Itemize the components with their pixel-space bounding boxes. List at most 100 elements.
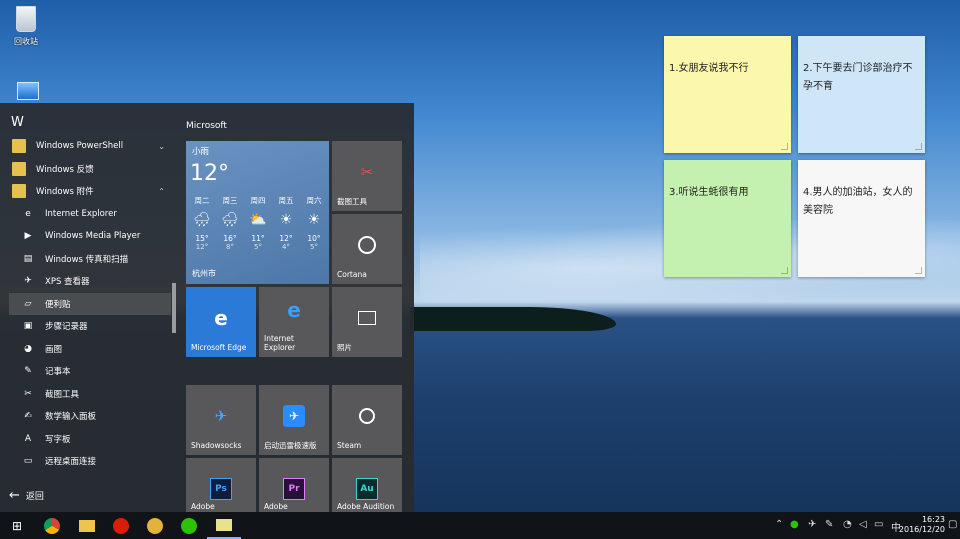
clock[interactable]: 16:23 2016/12/20 — [899, 515, 945, 535]
chrome-icon — [44, 517, 60, 534]
taskbar-app[interactable] — [138, 512, 172, 539]
app-icon: ▱ — [24, 298, 32, 309]
photos-tile[interactable]: 照片 — [332, 287, 402, 357]
app-list-item[interactable]: ▱ 便利贴 — [9, 292, 171, 315]
sticky-note-text[interactable]: 3.听说生蚝很有用 — [669, 184, 786, 202]
edge-tile[interactable]: e Microsoft Edge — [186, 287, 256, 357]
app-list-label: Windows 反馈 — [36, 164, 94, 175]
sticky-note[interactable]: 3.听说生蚝很有用 — [664, 160, 791, 277]
sticky-note-text[interactable]: 1.女朋友说我不行 — [669, 60, 786, 78]
taskbar-file-explorer[interactable] — [70, 512, 104, 539]
app-list-item[interactable]: A 写字板 — [9, 428, 171, 450]
app-list-item[interactable]: ✂ 截图工具 — [9, 383, 171, 405]
audition-tile[interactable]: Au Adobe Audition — [332, 458, 402, 512]
sticky-note-text[interactable]: 2.下午要去门诊部治疗不孕不育 — [803, 60, 920, 96]
recycle-bin-label: 回收站 — [14, 37, 38, 46]
weather-low: 4° — [282, 243, 290, 251]
weather-high: 15° — [195, 234, 209, 243]
taskbar-netease-music[interactable] — [104, 512, 138, 539]
app-icon: ▭ — [23, 456, 33, 466]
steam-icon — [356, 405, 378, 427]
action-center-icon[interactable]: ▢ — [948, 519, 957, 530]
taskbar-sticky-notes[interactable] — [207, 512, 241, 539]
app-list-item[interactable]: ▶ Windows Media Player — [9, 225, 171, 247]
sticky-note[interactable]: 2.下午要去门诊部治疗不孕不育 — [798, 36, 925, 153]
volume-icon[interactable]: ◁ — [859, 519, 867, 530]
send-tray-icon[interactable]: ✈ — [808, 519, 816, 530]
app-icon: A — [24, 433, 32, 444]
tile-label: Steam — [337, 441, 362, 450]
snipping-tool-tile[interactable]: ✂ 截图工具 — [332, 141, 402, 211]
cortana-tile[interactable]: Cortana — [332, 214, 402, 284]
app-list-item[interactable]: e Internet Explorer — [9, 203, 171, 225]
weather-forecast-day: 周二 🌧 15° 12° — [188, 195, 216, 251]
list-section-letter[interactable]: W — [11, 115, 24, 130]
taskbar: ⊞ ⌃ ● ✈ ✎ ◔ ◁ ▭ 中 16:23 2016/12/20 ▢ — [0, 512, 960, 539]
premiere-tile[interactable]: Pr Adobe — [259, 458, 329, 512]
music-icon — [113, 517, 129, 534]
pen-tray-icon[interactable]: ✎ — [825, 519, 833, 530]
weather-high: 11° — [251, 234, 265, 243]
show-hidden-icons[interactable]: ⌃ — [775, 519, 783, 530]
taskbar-chrome[interactable] — [35, 512, 69, 539]
recycle-bin-icon[interactable]: 回收站 — [6, 6, 46, 47]
xunlei-tile[interactable]: ✈ 启动迅雷极速版 — [259, 385, 329, 455]
sticky-note-text[interactable]: 4.男人的加油站，女人的美容院 — [803, 184, 920, 220]
app-list-label: Windows 传真和扫描 — [45, 254, 129, 265]
app-list-item[interactable]: ▭ 远程桌面连接 — [9, 450, 171, 472]
chevron-icon[interactable]: ⌄ — [158, 142, 165, 151]
weather-forecast-day: 周三 🌧 16° 8° — [216, 195, 244, 251]
photo-icon — [356, 307, 378, 329]
weather-icon: ☀ — [279, 212, 293, 228]
clock-time: 16:23 — [921, 515, 945, 524]
weather-high: 12° — [279, 234, 293, 243]
sticky-note[interactable]: 4.男人的加油站，女人的美容院 — [798, 160, 925, 277]
scissors-icon: ✂ — [360, 163, 374, 181]
weather-day-name: 周六 — [306, 196, 322, 205]
weather-high: 16° — [223, 234, 237, 243]
app-list-item[interactable]: ✎ 记事本 — [9, 360, 171, 382]
tile-label: Adobe — [191, 502, 215, 511]
taskbar-wechat[interactable] — [172, 512, 206, 539]
steam-tile[interactable]: Steam — [332, 385, 402, 455]
desktop-shortcut-icon[interactable] — [17, 82, 39, 100]
back-button[interactable]: ← 返回 — [9, 488, 44, 503]
weather-temperature: 12° — [190, 161, 229, 186]
app-list-label: 便利贴 — [45, 299, 71, 310]
app-list-item[interactable]: ✈ XPS 查看器 — [9, 270, 171, 292]
app-list-folder[interactable]: Windows PowerShell ⌄ — [9, 135, 171, 157]
back-label: 返回 — [25, 492, 44, 502]
chevron-icon[interactable]: ⌃ — [158, 187, 165, 196]
app-icon: ▣ — [23, 321, 33, 331]
app-list-item[interactable]: ✍ 数学输入面板 — [9, 405, 171, 427]
photoshop-tile[interactable]: Ps Adobe — [186, 458, 256, 512]
sticky-notes-icon — [216, 518, 232, 531]
wechat-tray-icon[interactable]: ● — [790, 519, 799, 530]
app-list-folder[interactable]: Windows 反馈 — [9, 158, 171, 180]
app-list-item[interactable]: ◕ 画图 — [9, 338, 171, 360]
sticky-note[interactable]: 1.女朋友说我不行 — [664, 36, 791, 153]
app-list-item[interactable]: ▤ Windows 传真和扫描 — [9, 248, 171, 270]
weather-icon: 🌧 — [193, 212, 211, 228]
weather-day-name: 周二 — [194, 196, 210, 205]
app-list-item[interactable]: ▣ 步骤记录器 — [9, 315, 171, 337]
weather-tile[interactable]: 小雨 12° 周二 🌧 15° 12° 周三 🌧 16° 8° 周四 ⛅ 11° 5° 周五 ☀ 12° 4°… — [186, 141, 329, 284]
app-list-label: Windows Media Player — [45, 231, 141, 241]
notification-icon[interactable]: ▭ — [874, 519, 883, 530]
start-button[interactable]: ⊞ — [0, 512, 34, 539]
tile-label: Adobe Audition — [337, 502, 395, 511]
wifi-icon[interactable]: ◔ — [843, 519, 852, 530]
app-list-label: Internet Explorer — [45, 208, 117, 219]
app-list-label: 远程桌面连接 — [45, 457, 97, 467]
app-icon: ▶ — [24, 231, 32, 241]
tile-label: Shadowsocks — [191, 441, 242, 450]
shadowsocks-tile[interactable]: ✈ Shadowsocks — [186, 385, 256, 455]
app-icon: e — [25, 208, 31, 219]
ie-icon: e — [287, 298, 301, 322]
ie-tile[interactable]: e Internet Explorer — [259, 287, 329, 357]
weather-day-name: 周三 — [222, 196, 238, 205]
folder-icon — [12, 139, 26, 153]
app-list-folder[interactable]: Windows 附件 ⌃ — [9, 180, 171, 202]
scrollbar-thumb[interactable] — [172, 283, 176, 333]
weather-low: 8° — [226, 243, 234, 251]
